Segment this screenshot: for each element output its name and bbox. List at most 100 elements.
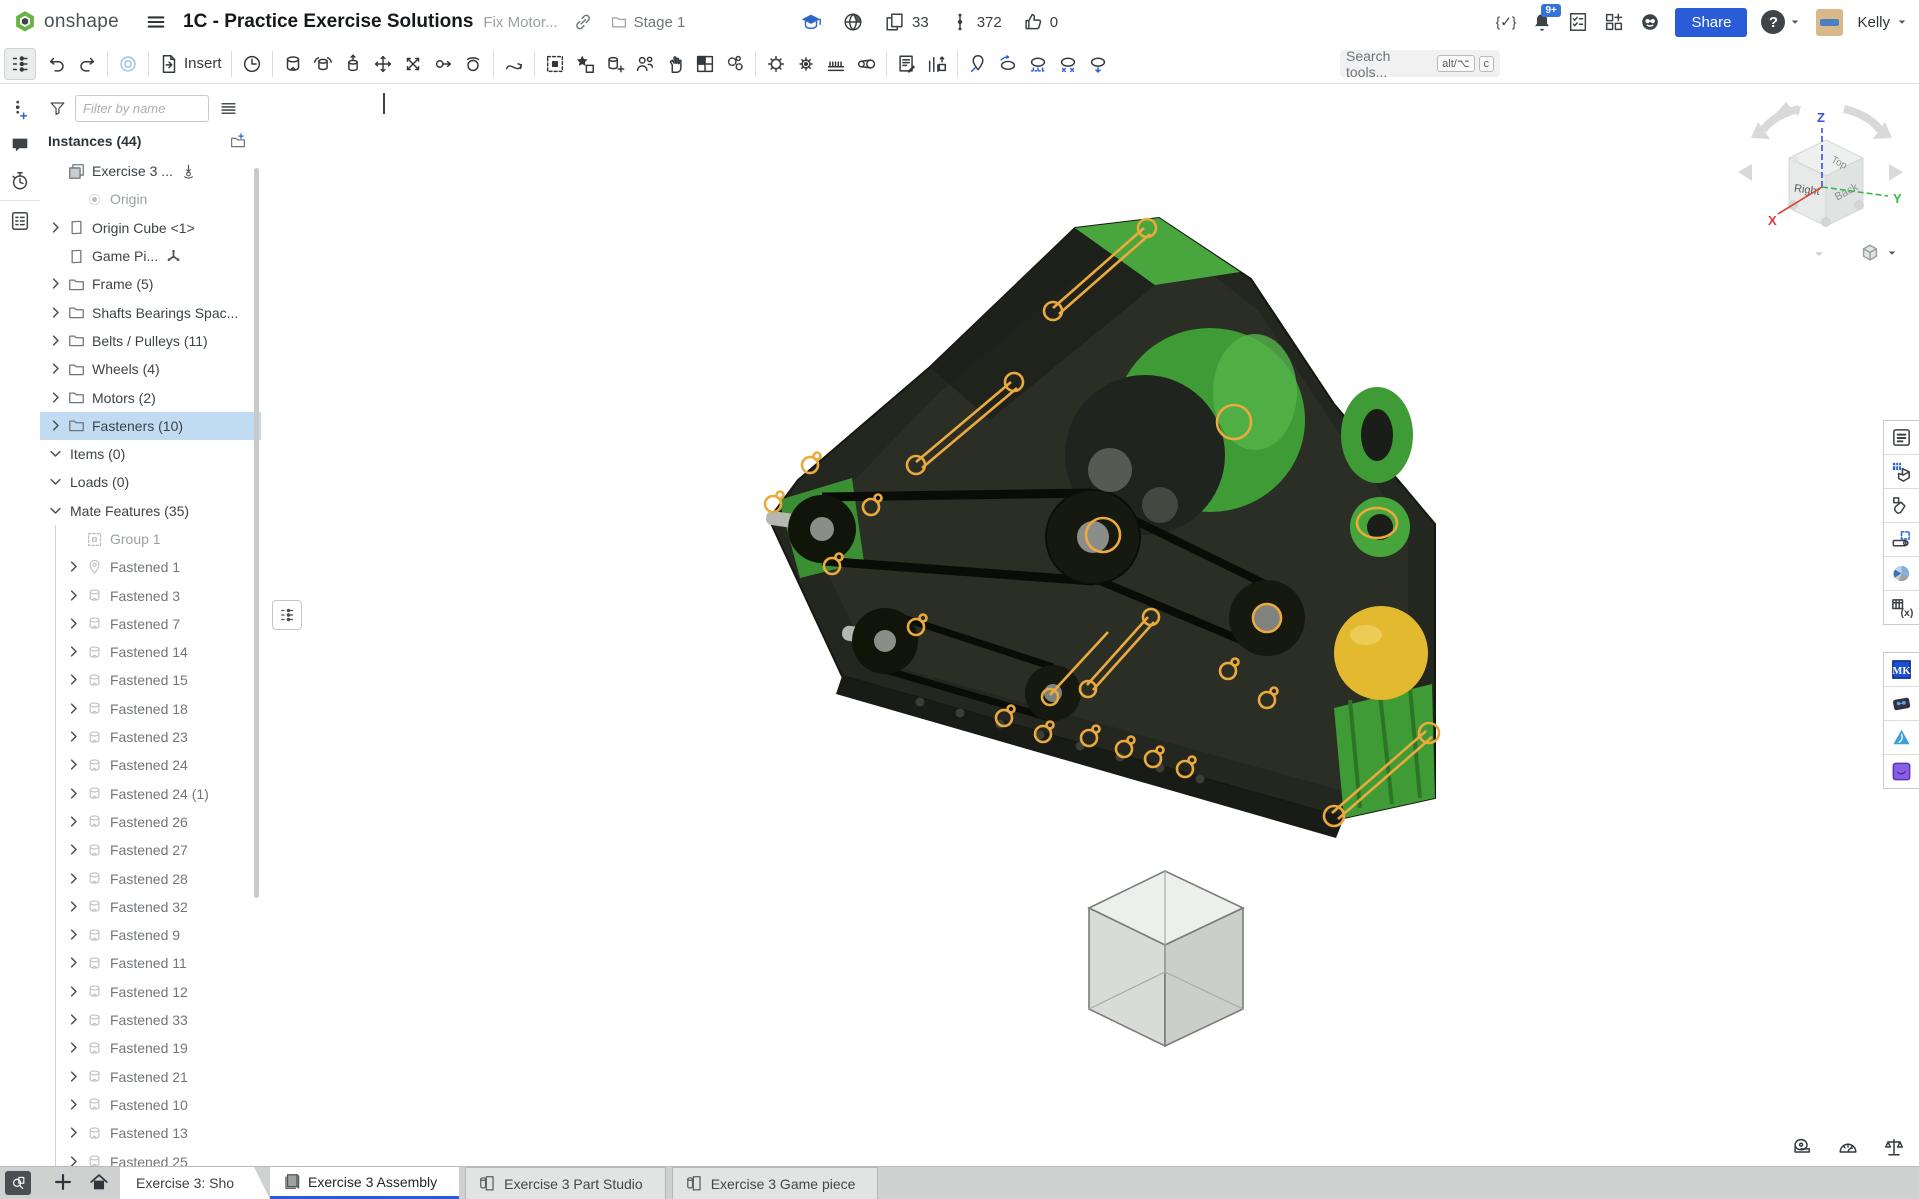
game-piece-cube[interactable]	[1089, 871, 1243, 1046]
learning-center-icon[interactable]	[1639, 11, 1661, 33]
tangent-mate-icon[interactable]	[499, 49, 529, 79]
in-context-icon[interactable]	[1884, 489, 1919, 523]
tree-item[interactable]: Shafts Bearings Spac...	[40, 298, 261, 326]
chevron-right-icon[interactable]	[66, 1040, 82, 1056]
belt-relation-icon[interactable]	[851, 49, 881, 79]
chevron-right-icon[interactable]	[66, 786, 82, 802]
pattern-icon[interactable]	[600, 49, 630, 79]
link-icon[interactable]	[572, 11, 594, 33]
mk-app-icon[interactable]	[1884, 653, 1919, 687]
redo-icon[interactable]	[72, 49, 102, 79]
chevron-right-icon[interactable]	[48, 276, 64, 292]
assembly-scene[interactable]: Top Right Back Z Y X	[261, 84, 1919, 1167]
ball-mate-icon[interactable]	[458, 49, 488, 79]
tree-item[interactable]: Mate Features (35)	[40, 497, 261, 525]
chevron-down-icon[interactable]	[48, 503, 64, 519]
chevron-down-icon[interactable]	[48, 446, 64, 462]
rack-pinion-relation-icon[interactable]	[791, 49, 821, 79]
notifications-bell-icon[interactable]: 9+	[1531, 11, 1553, 33]
chevron-right-icon[interactable]	[66, 559, 82, 575]
chevron-right-icon[interactable]	[66, 814, 82, 830]
chevron-right-icon[interactable]	[48, 390, 64, 406]
document-tab-1[interactable]: Exercise 3 Assembly	[270, 1167, 459, 1199]
panel-scrollbar[interactable]	[254, 168, 259, 898]
tree-item[interactable]: Fastened 27	[40, 836, 261, 864]
search-tabs-icon[interactable]	[5, 1171, 31, 1195]
tape-measure-icon[interactable]	[1787, 1132, 1817, 1162]
scripting-icon[interactable]	[1495, 11, 1517, 33]
drag-snap-icon[interactable]	[660, 49, 690, 79]
chevron-right-icon[interactable]	[48, 305, 64, 321]
tree-item[interactable]: Motors (2)	[40, 383, 261, 411]
chevron-right-icon[interactable]	[66, 1154, 82, 1167]
chevron-right-icon[interactable]	[66, 1012, 82, 1028]
avatar[interactable]	[1816, 9, 1843, 36]
chevron-down-icon[interactable]	[48, 474, 64, 490]
tree-item[interactable]: Fastened 1	[40, 553, 261, 581]
purple-app-icon[interactable]	[1884, 755, 1919, 788]
tree-item[interactable]: Fastened 12	[40, 978, 261, 1006]
chevron-right-icon[interactable]	[66, 701, 82, 717]
tree-item[interactable]: Group 1	[40, 525, 261, 553]
tree-item[interactable]: Fastened 23	[40, 723, 261, 751]
chevron-right-icon[interactable]	[48, 220, 64, 236]
chevron-right-icon[interactable]	[48, 418, 64, 434]
versions-stat[interactable]: 372	[949, 11, 1002, 33]
tree-item[interactable]: Fastened 3	[40, 581, 261, 609]
chevron-right-icon[interactable]	[66, 871, 82, 887]
view-cube[interactable]: Top Right Back Z Y X	[1738, 102, 1903, 228]
chevron-right-icon[interactable]	[48, 361, 64, 377]
search-tools-box[interactable]: Search tools... alt/⌥ c	[1340, 50, 1500, 77]
onshape-logo[interactable]: onshape	[12, 9, 119, 35]
document-tab-2[interactable]: Exercise 3 Part Studio	[465, 1167, 666, 1199]
workspace-breadcrumb[interactable]: Stage 1	[610, 13, 686, 31]
copies-stat[interactable]: 33	[884, 11, 929, 33]
tree-item[interactable]: Fastened 18	[40, 695, 261, 723]
likes-stat[interactable]: 0	[1022, 11, 1058, 33]
protractor-icon[interactable]	[1833, 1132, 1863, 1162]
tasks-checklist-icon[interactable]	[1567, 11, 1589, 33]
translate-animate-icon[interactable]	[1023, 49, 1053, 79]
gear-relation-icon[interactable]	[761, 49, 791, 79]
chevron-right-icon[interactable]	[66, 1097, 82, 1113]
revolute-mate-icon[interactable]	[308, 49, 338, 79]
3d-viewport[interactable]: Top Right Back Z Y X	[261, 84, 1919, 1167]
tree-item[interactable]: Fastened 15	[40, 666, 261, 694]
chevron-right-icon[interactable]	[66, 729, 82, 745]
revolve-animate-icon[interactable]	[993, 49, 1023, 79]
replicate-icon[interactable]	[570, 49, 600, 79]
tree-item[interactable]: Exercise 3 ...	[40, 157, 261, 185]
planar-mate-icon[interactable]	[368, 49, 398, 79]
tree-item[interactable]: Fastened 13	[40, 1119, 261, 1147]
manage-positions-icon[interactable]	[630, 49, 660, 79]
chevron-right-icon[interactable]	[66, 1069, 82, 1085]
add-tab-icon[interactable]	[52, 1171, 74, 1193]
comments-icon[interactable]	[9, 134, 31, 156]
tree-item[interactable]: Wheels (4)	[40, 355, 261, 383]
tree-item[interactable]: Origin	[40, 185, 261, 213]
education-badge-icon[interactable]	[800, 11, 822, 33]
main-menu-icon[interactable]	[145, 11, 167, 33]
assembly-structure-icon[interactable]	[4, 48, 36, 80]
tree-item[interactable]: Fastened 14	[40, 638, 261, 666]
undo-icon[interactable]	[42, 49, 72, 79]
share-button[interactable]: Share	[1675, 8, 1747, 37]
tree-item[interactable]: Fastened 24 (1)	[40, 780, 261, 808]
chevron-right-icon[interactable]	[66, 842, 82, 858]
tree-item[interactable]: Fastened 9	[40, 921, 261, 949]
fastened-mate-icon[interactable]	[278, 49, 308, 79]
tree-item[interactable]: Fastened 24	[40, 751, 261, 779]
chevron-right-icon[interactable]	[66, 616, 82, 632]
view-mode-button[interactable]	[1859, 242, 1899, 264]
tree-item[interactable]: Items (0)	[40, 440, 261, 468]
tree-item[interactable]: Loads (0)	[40, 468, 261, 496]
help-menu[interactable]: ?	[1761, 10, 1802, 34]
tree-item[interactable]: Fastened 25	[40, 1147, 261, 1167]
filter-funnel-icon[interactable]	[48, 99, 67, 118]
sheet-metal-icon[interactable]	[1884, 523, 1919, 557]
properties-icon[interactable]	[9, 210, 31, 232]
pin-slot-mate-icon[interactable]	[428, 49, 458, 79]
bom-edit-icon[interactable]	[892, 49, 922, 79]
structure-flyout-button[interactable]	[272, 600, 302, 630]
altair-app-icon[interactable]	[1884, 721, 1919, 755]
